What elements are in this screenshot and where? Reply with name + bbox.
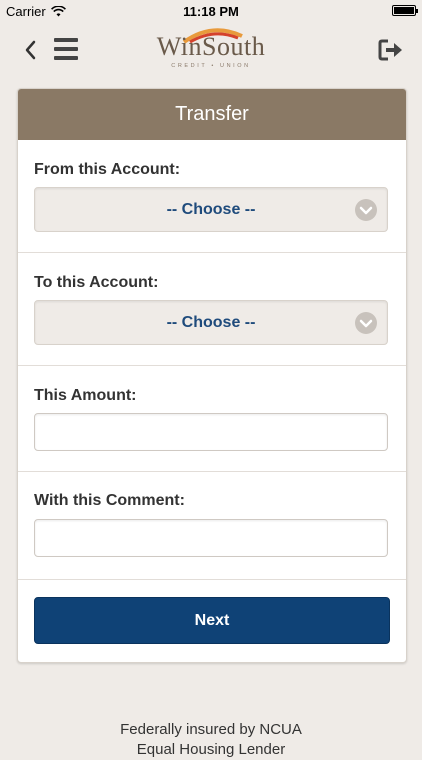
battery-icon: [392, 5, 418, 16]
ncua-notice: Federally insured by NCUA: [120, 721, 302, 738]
to-account-value: -- Choose --: [166, 314, 256, 331]
amount-label: This Amount:: [34, 387, 137, 404]
comment-section: With this Comment:: [18, 471, 406, 580]
comment-label: With this Comment:: [34, 492, 185, 509]
to-account-select[interactable]: -- Choose --: [34, 300, 388, 345]
chevron-down-icon: [355, 312, 377, 334]
logo-subtext: CREDIT • UNION: [171, 63, 251, 69]
logo-wordmark: WinSouth: [156, 32, 266, 61]
top-navigation: WinSouth CREDIT • UNION: [0, 22, 422, 78]
winsouth-logo: WinSouth CREDIT • UNION: [140, 24, 282, 72]
from-account-label: From this Account:: [34, 161, 181, 178]
chevron-left-icon[interactable]: [20, 36, 42, 64]
status-bar: Carrier 11:18 PM: [0, 0, 422, 22]
from-account-section: From this Account: -- Choose --: [18, 140, 406, 252]
next-button[interactable]: Next: [34, 597, 390, 644]
equal-housing-notice: Equal Housing Lender: [136, 741, 286, 758]
form-title: Transfer: [18, 89, 406, 140]
to-account-label: To this Account:: [34, 274, 159, 291]
hamburger-menu-icon[interactable]: [54, 38, 78, 60]
amount-input[interactable]: [34, 413, 388, 451]
logout-icon[interactable]: [378, 38, 404, 62]
footer: Federally insured by NCUA Equal Housing …: [0, 720, 422, 760]
comment-input[interactable]: [34, 519, 388, 557]
from-account-value: -- Choose --: [166, 201, 256, 218]
amount-section: This Amount:: [18, 365, 406, 472]
to-account-section: To this Account: -- Choose --: [18, 252, 406, 366]
from-account-select[interactable]: -- Choose --: [34, 187, 388, 232]
clock: 11:18 PM: [183, 4, 239, 19]
chevron-down-icon: [355, 199, 377, 221]
transfer-form-card: Transfer From this Account: -- Choose --…: [17, 88, 407, 663]
